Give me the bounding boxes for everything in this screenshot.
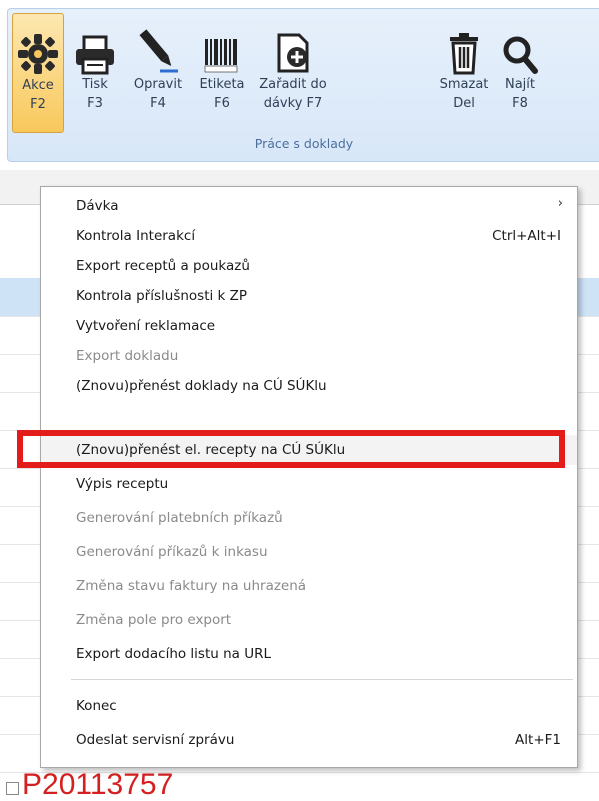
puzzle-gear-icon (16, 14, 60, 76)
menu-item-retransfer-documents[interactable]: (Znovu)přenést doklady na CÚ SÚKlu (41, 371, 577, 401)
menu-item-interaction-check[interactable]: Kontrola Interakcí Ctrl+Alt+I (41, 221, 577, 251)
menu-item-label: Výpis receptu (76, 476, 169, 492)
menu-item-label: Změna pole pro export (76, 612, 232, 628)
menu-item-label: Kontrola Interakcí (76, 228, 196, 244)
label-button-shortcut: F6 (214, 96, 230, 111)
print-button-shortcut: F3 (87, 96, 103, 111)
menu-item-export-prescriptions[interactable]: Export receptů a poukazů (41, 251, 577, 281)
menu-item-label: Export receptů a poukazů (76, 258, 250, 274)
menu-item-label: (Znovu)přenést doklady na CÚ SÚKlu (76, 378, 327, 394)
record-id: P20113757 (22, 768, 174, 801)
delete-button-label: Smazat (439, 77, 489, 92)
menu-item-invoice-paid[interactable]: Změna stavu faktury na uhrazená (41, 571, 577, 601)
menu-item-change-export-field[interactable]: Změna pole pro export (41, 605, 577, 635)
menu-item-label: Kontrola příslušnosti k ZP (76, 288, 248, 304)
menu-item-label: Změna stavu faktury na uhrazená (76, 578, 307, 594)
edit-button[interactable]: Opravit F4 (126, 13, 190, 131)
menu-item-export-document[interactable]: Export dokladu (41, 341, 577, 371)
actions-button-shortcut: F2 (30, 97, 46, 112)
menu-item-prescription-listing[interactable]: Výpis receptu (41, 469, 577, 499)
menu-item-send-service-message[interactable]: Odeslat servisní zprávu Alt+F1 (41, 725, 577, 755)
pen-icon (136, 13, 180, 75)
actions-context-menu: Dávka › Kontrola Interakcí Ctrl+Alt+I Ex… (40, 186, 578, 768)
add-document-icon (273, 13, 313, 75)
trash-icon (446, 13, 482, 75)
menu-item-label: Export dokladu (76, 348, 179, 364)
menu-item-shortcut: Alt+F1 (515, 732, 561, 748)
menu-item-export-delivery-note[interactable]: Export dodacího listu na URL (41, 639, 577, 669)
menu-item-batch[interactable]: Dávka › (41, 191, 577, 221)
add-to-batch-button[interactable]: Zařadit do dávky F7 (253, 13, 333, 131)
menu-item-label: Konec (76, 698, 117, 714)
menu-item-generate-payment-orders[interactable]: Generování platebních příkazů (41, 503, 577, 533)
menu-item-generate-collection-orders[interactable]: Generování příkazů k inkasu (41, 537, 577, 567)
edit-button-shortcut: F4 (150, 96, 166, 111)
ribbon-toolbar: Akce F2 Tisk F3 Opravit F4 Etiketa F6 Za… (0, 0, 599, 170)
menu-item-insurance-check[interactable]: Kontrola příslušnosti k ZP (41, 281, 577, 311)
add-to-batch-button-shortcut: dávky F7 (263, 96, 323, 111)
menu-separator (71, 679, 573, 680)
delete-button[interactable]: Smazat Del (438, 13, 490, 131)
ribbon-group-label: Práce s doklady (254, 136, 354, 151)
row-checkbox[interactable] (6, 782, 19, 795)
search-icon (501, 13, 539, 75)
find-button-shortcut: F8 (512, 96, 528, 111)
menu-item-label: Generování platebních příkazů (76, 510, 283, 526)
menu-item-shortcut: Ctrl+Alt+I (492, 228, 561, 244)
actions-button-label: Akce (22, 78, 54, 93)
menu-item-label: Vytvoření reklamace (76, 318, 216, 334)
find-button[interactable]: Najít F8 (498, 13, 542, 131)
menu-item-label: Export dodacího listu na URL (76, 646, 272, 662)
print-button-label: Tisk (82, 77, 108, 92)
chevron-right-icon: › (557, 196, 563, 211)
printer-icon (74, 13, 116, 75)
print-button[interactable]: Tisk F3 (70, 13, 120, 131)
menu-item-label: Generování příkazů k inkasu (76, 544, 268, 560)
actions-button[interactable]: Akce F2 (12, 13, 64, 133)
menu-item-create-complaint[interactable]: Vytvoření reklamace (41, 311, 577, 341)
menu-item-retransfer-eprescriptions[interactable]: (Znovu)přenést el. recepty na CÚ SÚKlu (41, 435, 577, 465)
find-button-label: Najít (504, 77, 535, 92)
label-button[interactable]: Etiketa F6 (193, 13, 251, 131)
edit-button-label: Opravit (133, 77, 183, 92)
delete-button-shortcut: Del (453, 96, 475, 111)
menu-item-exit[interactable]: Konec (41, 691, 577, 721)
add-to-batch-button-label: Zařadit do (259, 77, 327, 92)
menu-item-label: (Znovu)přenést el. recepty na CÚ SÚKlu (76, 442, 346, 458)
barcode-icon (202, 13, 242, 75)
label-button-label: Etiketa (199, 77, 245, 92)
ribbon-group-documents: Akce F2 Tisk F3 Opravit F4 Etiketa F6 Za… (7, 8, 599, 162)
menu-item-label: Dávka (76, 198, 119, 214)
menu-item-label: Odeslat servisní zprávu (76, 732, 235, 748)
